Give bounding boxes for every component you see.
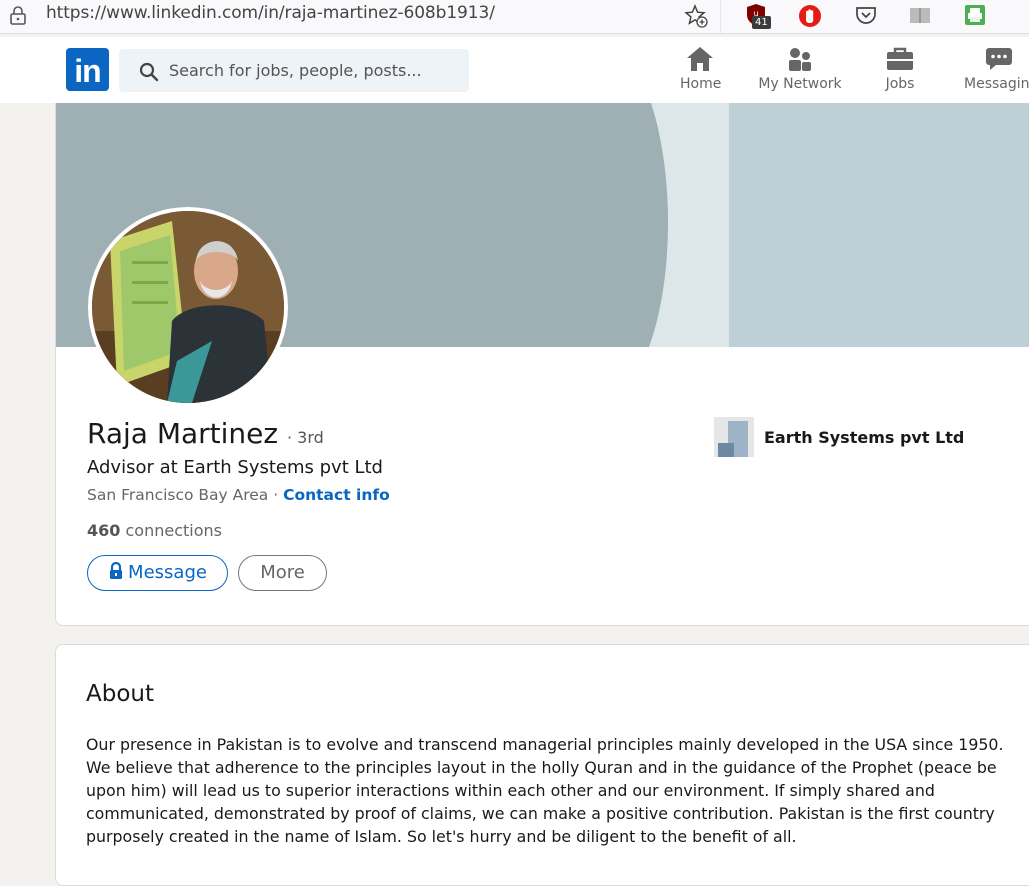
connections-label: connections — [120, 521, 222, 540]
toolbar-divider — [720, 0, 721, 33]
search-icon — [139, 62, 159, 82]
more-button[interactable]: More — [238, 555, 327, 591]
contact-info-link[interactable]: Contact info — [283, 486, 390, 504]
network-icon — [789, 48, 811, 71]
profile-location: San Francisco Bay Area — [87, 486, 269, 504]
about-section: About Our presence in Pakistan is to evo… — [55, 644, 1029, 886]
briefcase-icon — [887, 47, 913, 70]
about-text: Our presence in Pakistan is to evolve an… — [86, 735, 1004, 846]
nav-label-home: Home — [680, 76, 722, 92]
lock-icon — [110, 561, 123, 579]
connections-number: 460 — [87, 521, 121, 540]
current-company[interactable]: Earth Systems pvt Ltd — [764, 428, 964, 447]
company-logo[interactable] — [714, 417, 754, 457]
profile-photo[interactable] — [88, 207, 288, 407]
address-bar[interactable]: https://www.linkedin.com/in/raja-martine… — [46, 3, 495, 23]
message-button[interactable]: Message — [87, 555, 228, 591]
profile-name-line: Raja Martinez · 3rd — [87, 417, 324, 450]
bookmark-star-icon[interactable] — [684, 4, 708, 28]
nav-label-messaging: Messaging — [964, 76, 1029, 92]
nav-label-jobs: Jobs — [885, 76, 915, 92]
about-title: About — [86, 681, 155, 707]
profile-name: Raja Martinez — [87, 417, 279, 450]
nav-label-my-network: My Network — [758, 76, 842, 92]
browser-toolbar: https://www.linkedin.com/in/raja-martine… — [0, 0, 1029, 34]
message-button-label: Message — [128, 562, 207, 583]
connection-degree: · 3rd — [287, 428, 324, 447]
adblock-icon[interactable] — [798, 3, 822, 29]
top-navigation: in Search for jobs, people, posts... Hom… — [0, 37, 1029, 103]
separator: · — [268, 486, 284, 504]
profile-photo-image — [92, 211, 284, 403]
location-line: San Francisco Bay Area · Contact info — [87, 486, 390, 504]
nav-item-messaging[interactable]: Messaging — [964, 45, 1029, 92]
nav-item-my-network[interactable]: My Network — [758, 45, 842, 92]
chat-icon — [986, 48, 1012, 70]
print-friendly-icon[interactable] — [964, 3, 986, 27]
reader-view-icon[interactable] — [908, 3, 932, 27]
search-placeholder: Search for jobs, people, posts... — [169, 61, 422, 80]
home-icon — [687, 47, 713, 71]
lock-icon[interactable] — [9, 6, 27, 26]
profile-card: Raja Martinez · 3rd Advisor at Earth Sys… — [55, 103, 1029, 626]
linkedin-logo[interactable]: in — [66, 48, 109, 91]
connections-count[interactable]: 460 connections — [87, 521, 222, 540]
pocket-icon[interactable] — [854, 3, 878, 27]
extension-badge: 41 — [752, 16, 771, 29]
profile-headline: Advisor at Earth Systems pvt Ltd — [87, 457, 383, 478]
nav-item-home[interactable]: Home — [680, 45, 722, 92]
nav-item-jobs[interactable]: Jobs — [884, 45, 916, 92]
search-input[interactable]: Search for jobs, people, posts... — [119, 49, 469, 92]
